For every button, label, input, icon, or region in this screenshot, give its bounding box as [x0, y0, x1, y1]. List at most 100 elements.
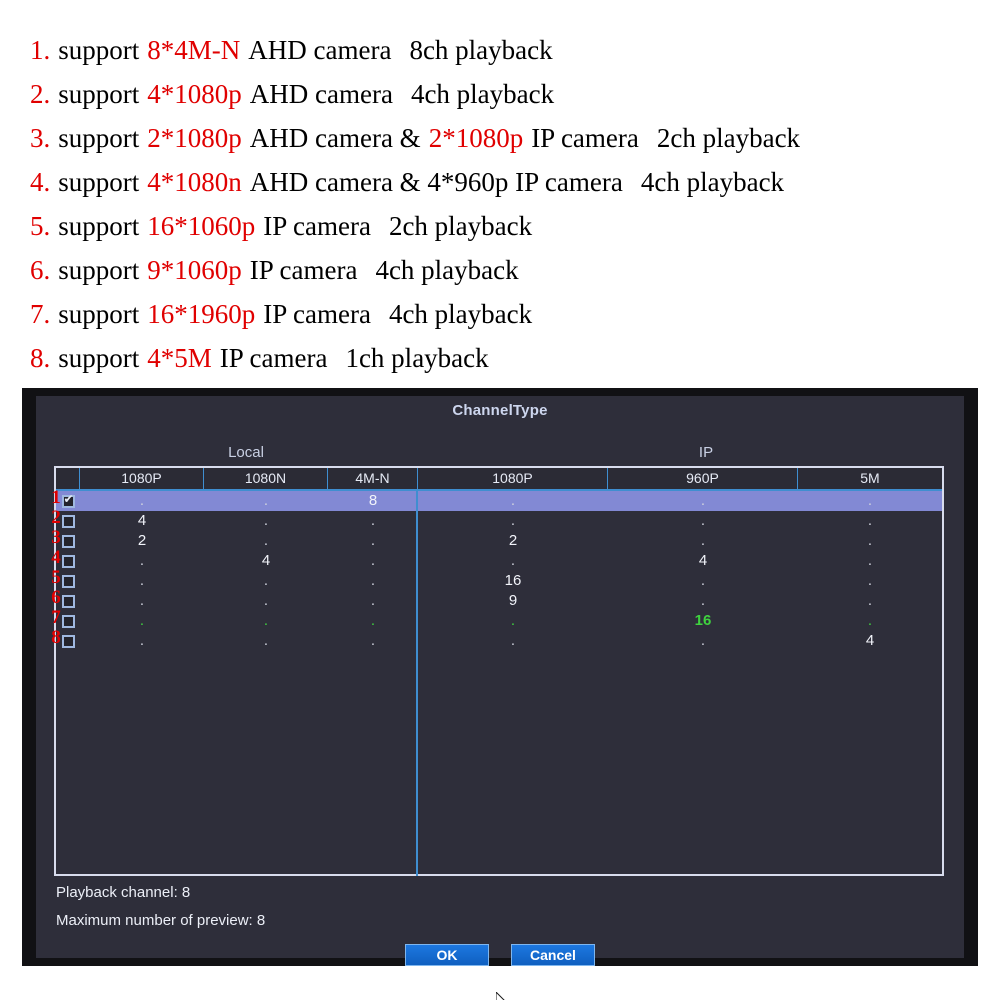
- spec-line-highlight: 8*4M-N: [147, 35, 241, 65]
- table-cell[interactable]: .: [418, 631, 608, 651]
- header-checkbox-column: [56, 468, 80, 489]
- table-header-row: 1080P 1080N 4M-N 1080P 960P 5M: [56, 468, 942, 491]
- table-cell[interactable]: 4: [80, 511, 204, 531]
- spec-line-tail: 1ch playback: [345, 343, 489, 373]
- table-body: ..8...4.....2..2...4..4....16.....9.....…: [56, 491, 942, 876]
- maximum-preview-label: Maximum number of preview: 8: [56, 912, 266, 929]
- spec-line-middle: AHD camera: [249, 79, 393, 109]
- table-cell[interactable]: 16: [608, 611, 798, 631]
- table-cell[interactable]: .: [204, 611, 328, 631]
- spec-line-number: 5.: [30, 211, 51, 241]
- cancel-button[interactable]: Cancel: [511, 944, 595, 966]
- table-cell[interactable]: .: [328, 571, 418, 591]
- spec-line-prefix: support: [58, 167, 140, 197]
- table-cell[interactable]: .: [608, 631, 798, 651]
- table-cell[interactable]: .: [80, 571, 204, 591]
- table-cell[interactable]: .: [798, 611, 942, 631]
- table-row[interactable]: .....4: [56, 631, 942, 651]
- table-cell[interactable]: 4: [204, 551, 328, 571]
- table-cell[interactable]: 4: [798, 631, 942, 651]
- table-cell[interactable]: .: [80, 591, 204, 611]
- spec-line-tail: 2ch playback: [388, 211, 533, 241]
- table-cell[interactable]: .: [80, 631, 204, 651]
- table-cell[interactable]: .: [328, 551, 418, 571]
- dialog-body: ChannelType Local IP 1080P 1080N 4M-N 10…: [36, 396, 964, 966]
- table-cell[interactable]: .: [418, 511, 608, 531]
- table-cell[interactable]: 8: [328, 491, 418, 511]
- table-cell[interactable]: .: [204, 531, 328, 551]
- spec-line-prefix: support: [58, 211, 140, 241]
- table-cell[interactable]: .: [80, 551, 204, 571]
- table-row[interactable]: .... 16.: [56, 611, 942, 631]
- table-cell[interactable]: 9: [418, 591, 608, 611]
- spec-line-tail: 4ch playback: [410, 79, 555, 109]
- table-cell[interactable]: .: [798, 531, 942, 551]
- spec-line-prefix: support: [58, 343, 140, 373]
- table-cell[interactable]: .: [798, 551, 942, 571]
- spec-line: 4. support 4*1080n AHD camera & 4*960p IP c…: [0, 160, 1000, 204]
- table-cell[interactable]: .: [204, 511, 328, 531]
- spec-line-middle: AHD camera: [248, 35, 392, 65]
- spec-line-tail: 4ch playback: [640, 167, 785, 197]
- spec-line: 1. support 8*4M-N AHD camera 8ch playback: [0, 28, 1000, 72]
- row-index-number: 5: [51, 567, 61, 588]
- table-cell[interactable]: .: [608, 531, 798, 551]
- spec-line-prefix: support: [58, 79, 140, 109]
- column-header-local-1080n: 1080N: [204, 468, 328, 489]
- ok-button[interactable]: OK: [405, 944, 489, 966]
- row-index-number: 8: [51, 627, 61, 648]
- table-cell[interactable]: .: [204, 591, 328, 611]
- table-cell[interactable]: .: [204, 571, 328, 591]
- spec-line-middle: AHD camera & 4*960p IP camera: [249, 167, 623, 197]
- spec-line-middle: IP camera: [263, 299, 371, 329]
- column-header-ip-960p: 960P: [608, 468, 798, 489]
- table-cell[interactable]: 2: [418, 531, 608, 551]
- table-cell[interactable]: .: [204, 491, 328, 511]
- table-cell[interactable]: .: [328, 631, 418, 651]
- spec-line-prefix: support: [58, 123, 140, 153]
- table-cell[interactable]: .: [608, 511, 798, 531]
- column-header-ip-1080p: 1080P: [418, 468, 608, 489]
- table-cell[interactable]: .: [418, 491, 608, 511]
- group-header-ip: IP: [698, 444, 714, 461]
- table-cell[interactable]: .: [328, 611, 418, 631]
- playback-channel-label: Playback channel: 8: [56, 884, 191, 901]
- table-row[interactable]: ... 16..: [56, 571, 942, 591]
- table-cell[interactable]: .: [608, 491, 798, 511]
- table-cell[interactable]: .: [328, 531, 418, 551]
- spec-line-middle: IP camera: [219, 343, 328, 373]
- spec-line-highlight-2: 2*1080p: [428, 123, 524, 153]
- table-cell[interactable]: .: [608, 591, 798, 611]
- table-cell[interactable]: .: [798, 571, 942, 591]
- table-cell[interactable]: .: [798, 511, 942, 531]
- dialog-button-bar: OK Cancel: [36, 944, 964, 966]
- spec-line-highlight: 2*1080p: [147, 123, 242, 153]
- specification-list: 1. support 8*4M-N AHD camera 8ch playback 2. s…: [0, 0, 1000, 388]
- mouse-cursor-icon: [496, 992, 505, 1000]
- table-cell[interactable]: 16: [418, 571, 608, 591]
- table-row[interactable]: 2..2..: [56, 531, 942, 551]
- table-cell[interactable]: .: [418, 551, 608, 571]
- table-cell[interactable]: .: [328, 591, 418, 611]
- row-index-number: 6: [51, 587, 61, 608]
- table-row[interactable]: .4..4.: [56, 551, 942, 571]
- table-row[interactable]: ...9..: [56, 591, 942, 611]
- table-cell[interactable]: .: [798, 591, 942, 611]
- table-cell[interactable]: .: [328, 511, 418, 531]
- table-row[interactable]: 4.....: [56, 511, 942, 531]
- spec-line-highlight: 4*1080p: [147, 79, 242, 109]
- table-cell[interactable]: .: [798, 491, 942, 511]
- table-cell[interactable]: .: [418, 611, 608, 631]
- spec-line: 3. support 2*1080p AHD camera & 2*1080p IP ca…: [0, 116, 1000, 160]
- table-cell[interactable]: .: [80, 611, 204, 631]
- table-cell[interactable]: .: [80, 491, 204, 511]
- spec-line-tail: 8ch playback: [409, 35, 553, 65]
- table-cell[interactable]: .: [608, 571, 798, 591]
- table-cell[interactable]: 2: [80, 531, 204, 551]
- spec-line-number: 1.: [30, 35, 51, 65]
- table-cell[interactable]: 4: [608, 551, 798, 571]
- column-header-ip-5m: 5M: [860, 470, 880, 486]
- spec-line-prefix: support: [58, 255, 140, 285]
- table-cell[interactable]: .: [204, 631, 328, 651]
- table-row[interactable]: ..8...: [56, 491, 942, 511]
